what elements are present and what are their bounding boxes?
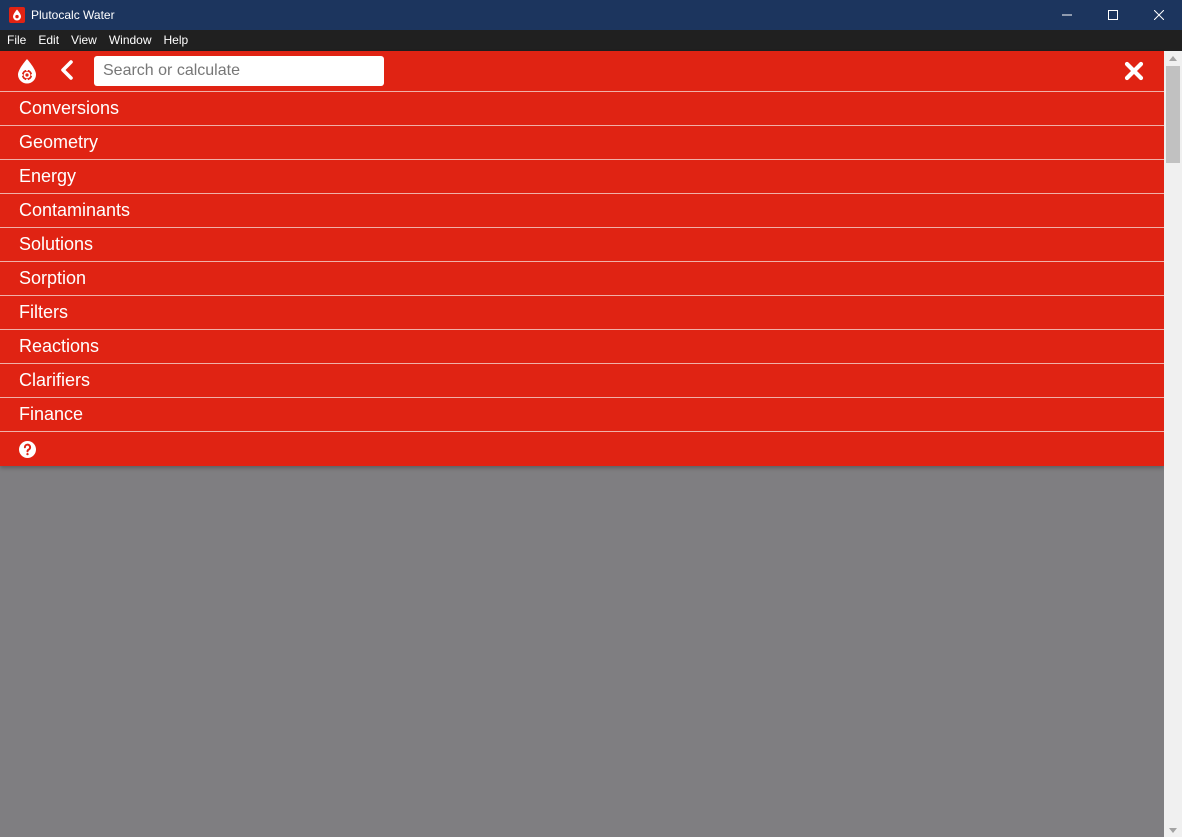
vertical-scrollbar[interactable]	[1164, 51, 1182, 837]
question-circle-icon[interactable]	[19, 440, 36, 458]
maximize-icon	[1108, 10, 1118, 20]
category-geometry[interactable]: Geometry	[0, 126, 1164, 160]
search-input[interactable]	[94, 56, 384, 86]
scroll-down-arrow-icon	[1169, 827, 1177, 833]
menu-view[interactable]: View	[65, 30, 103, 51]
maximize-button[interactable]	[1090, 0, 1136, 30]
menu-file[interactable]: File	[0, 30, 32, 51]
menu-bar: File Edit View Window Help	[0, 30, 1182, 51]
category-filters[interactable]: Filters	[0, 296, 1164, 330]
water-drop-gear-icon[interactable]	[16, 58, 38, 84]
close-icon[interactable]	[1124, 61, 1144, 81]
category-panel: Conversions Geometry Energy Contaminants…	[0, 51, 1164, 466]
close-icon	[1154, 10, 1164, 20]
category-contaminants[interactable]: Contaminants	[0, 194, 1164, 228]
category-finance[interactable]: Finance	[0, 398, 1164, 432]
scroll-thumb[interactable]	[1166, 66, 1180, 163]
close-window-button[interactable]	[1136, 0, 1182, 30]
menu-window[interactable]: Window	[103, 30, 158, 51]
category-energy[interactable]: Energy	[0, 160, 1164, 194]
category-solutions[interactable]: Solutions	[0, 228, 1164, 262]
help-row	[0, 432, 1164, 466]
minimize-icon	[1062, 14, 1072, 16]
category-conversions[interactable]: Conversions	[0, 92, 1164, 126]
scroll-up-arrow-icon	[1169, 55, 1177, 61]
toolbar	[0, 51, 1164, 92]
app-icon	[9, 7, 25, 23]
window-title: Plutocalc Water	[31, 8, 115, 22]
app-window: Plutocalc Water File Edit View Window He…	[0, 0, 1182, 837]
category-sorption[interactable]: Sorption	[0, 262, 1164, 296]
main-content: Conversions Geometry Energy Contaminants…	[0, 51, 1164, 837]
scroll-up-button[interactable]	[1164, 51, 1182, 65]
category-clarifiers[interactable]: Clarifiers	[0, 364, 1164, 398]
window-controls	[1044, 0, 1182, 30]
scroll-down-button[interactable]	[1164, 823, 1182, 837]
menu-help[interactable]: Help	[158, 30, 195, 51]
title-bar[interactable]: Plutocalc Water	[0, 0, 1182, 30]
chevron-left-icon[interactable]	[58, 60, 76, 80]
category-reactions[interactable]: Reactions	[0, 330, 1164, 364]
menu-edit[interactable]: Edit	[32, 30, 65, 51]
minimize-button[interactable]	[1044, 0, 1090, 30]
